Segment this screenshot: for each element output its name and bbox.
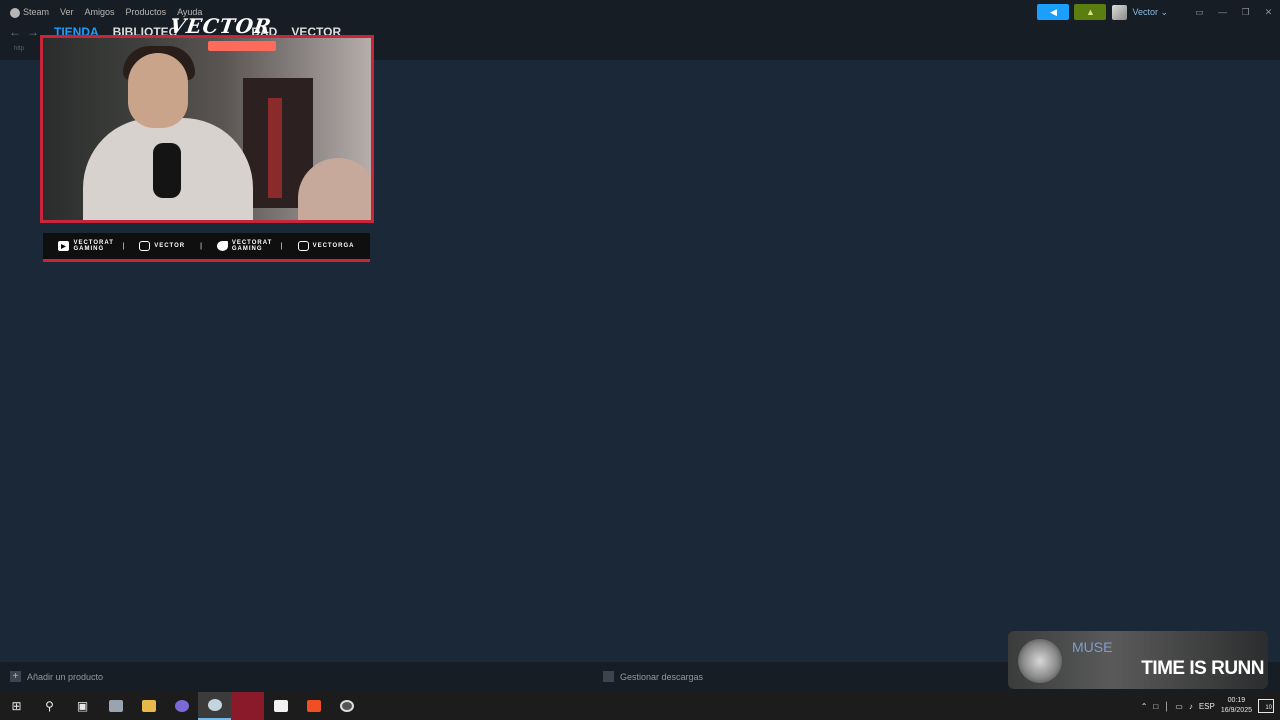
twitch-icon: [139, 241, 151, 251]
notifications-button[interactable]: ▲: [1074, 4, 1107, 20]
chevron-up-icon[interactable]: ⌃: [1141, 702, 1148, 711]
steam-logo-icon: [10, 7, 20, 18]
social-instagram: VECTORGA: [297, 241, 355, 251]
add-product-button[interactable]: + Añadir un producto: [10, 671, 103, 682]
menu-ver[interactable]: Ver: [60, 7, 74, 17]
artist-name: MUSE: [1072, 639, 1113, 655]
tray-app-icon[interactable]: □: [1153, 702, 1158, 711]
discord-icon[interactable]: [165, 692, 198, 720]
neon-sign: [208, 41, 276, 51]
download-icon: [603, 671, 614, 682]
restore-button[interactable]: ❐: [1234, 7, 1257, 18]
big-picture-icon[interactable]: ▭: [1188, 7, 1211, 18]
notification-center-icon[interactable]: 10: [1258, 699, 1274, 713]
avatar[interactable]: [1112, 4, 1128, 20]
minimize-button[interactable]: —: [1211, 7, 1234, 17]
social-twitch: VECTOR: [139, 241, 185, 251]
social-twitter: VECTORAT GAMING: [216, 240, 271, 252]
bell-icon: ▲: [1085, 7, 1095, 17]
menu-productos[interactable]: Productos: [126, 7, 167, 17]
volume-icon[interactable]: ♪: [1189, 702, 1193, 711]
manage-downloads-button[interactable]: Gestionar descargas: [603, 671, 703, 682]
announcements-button[interactable]: ◀: [1037, 4, 1070, 20]
back-arrow-icon[interactable]: ←: [8, 25, 22, 39]
megaphone-icon: ◀: [1049, 6, 1057, 17]
user-menu[interactable]: Vector ⌄: [1132, 7, 1168, 18]
album-art: [1018, 639, 1062, 683]
webcam-overlay: [40, 35, 374, 223]
plus-icon: +: [10, 671, 21, 682]
steam-icon[interactable]: [198, 692, 231, 720]
app-round-icon[interactable]: [330, 692, 363, 720]
forward-arrow-icon[interactable]: →: [26, 25, 40, 39]
taskbar: ⊞ ⚲ ▣ ⌃ □ │ ▭ ♪ ESP 00:19 16/9/2025 10: [0, 692, 1280, 720]
clock[interactable]: 00:19 16/9/2025: [1221, 696, 1252, 716]
task-view-icon[interactable]: ▣: [66, 692, 99, 720]
app-black-icon[interactable]: [264, 692, 297, 720]
menu-amigos[interactable]: Amigos: [85, 7, 115, 17]
network-icon[interactable]: ▭: [1175, 702, 1183, 711]
microphone-icon[interactable]: │: [1164, 702, 1169, 711]
language-indicator[interactable]: ESP: [1199, 702, 1215, 711]
header-controls: ◀ ▲ Vector ⌄ ▭ — ❐ ✕: [1037, 4, 1280, 20]
vector-logo: VECTOR: [168, 14, 274, 38]
social-youtube: ▶ VECTORAT GAMING: [58, 240, 113, 252]
close-button[interactable]: ✕: [1257, 7, 1280, 18]
file-explorer-icon[interactable]: [132, 692, 165, 720]
start-icon[interactable]: ⊞: [0, 692, 33, 720]
search-icon[interactable]: ⚲: [33, 692, 66, 720]
app-red-icon[interactable]: [231, 692, 264, 720]
song-title: TIME IS RUNN: [1141, 658, 1264, 679]
instagram-icon: [297, 241, 309, 251]
menu-steam[interactable]: Steam: [10, 7, 49, 18]
social-banner: ▶ VECTORAT GAMING | VECTOR | VECTORAT GA…: [43, 233, 370, 262]
microphone-image: [153, 143, 181, 198]
twitter-icon: [216, 241, 228, 251]
app-icon[interactable]: [99, 692, 132, 720]
youtube-icon: ▶: [58, 241, 70, 251]
now-playing-widget: MUSE TIME IS RUNN: [1008, 631, 1268, 689]
brave-icon[interactable]: [297, 692, 330, 720]
url-hint: http: [14, 46, 25, 52]
system-tray: ⌃ □ │ ▭ ♪ ESP 00:19 16/9/2025 10: [1141, 692, 1280, 720]
